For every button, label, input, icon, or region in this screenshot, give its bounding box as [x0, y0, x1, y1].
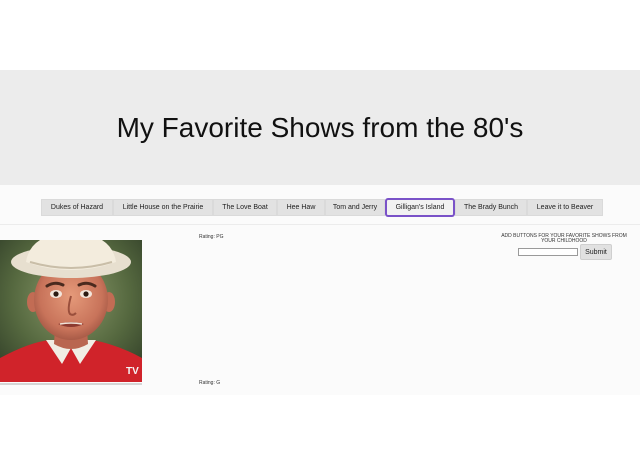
gilligan-photo-illustration: TV [0, 240, 142, 382]
tab-leave-it-to-beaver[interactable]: Leave it to Beaver [527, 199, 603, 216]
show-tab-bar: Dukes of Hazard Little House on the Prai… [41, 198, 603, 217]
add-buttons-label: ADD BUTTONS FOR YOUR FAVORITE SHOWS FROM… [501, 233, 627, 244]
submit-button[interactable]: Submit [580, 244, 612, 260]
tab-the-brady-bunch[interactable]: The Brady Bunch [455, 199, 527, 216]
tab-hee-haw[interactable]: Hee Haw [277, 199, 325, 216]
photo-caption-bar [0, 383, 142, 385]
rating-bottom: Rating: G [199, 380, 221, 386]
page-title: My Favorite Shows from the 80's [116, 112, 524, 143]
page: My Favorite Shows from the 80's Dukes of… [0, 0, 640, 457]
tab-dukes-of-hazard[interactable]: Dukes of Hazard [41, 199, 113, 216]
tab-tom-and-jerry[interactable]: Tom and Jerry [325, 199, 385, 216]
rating-top: Rating: PG [199, 234, 224, 240]
tab-the-love-boat[interactable]: The Love Boat [213, 199, 277, 216]
show-photo: TV [0, 240, 142, 382]
tab-little-house-on-the-prairie[interactable]: Little House on the Prairie [113, 199, 213, 216]
tv-watermark: TV [126, 366, 139, 377]
new-show-input[interactable] [518, 248, 578, 256]
tab-divider [0, 224, 640, 225]
tab-gilligans-island[interactable]: Gilligan's Island [385, 198, 455, 217]
